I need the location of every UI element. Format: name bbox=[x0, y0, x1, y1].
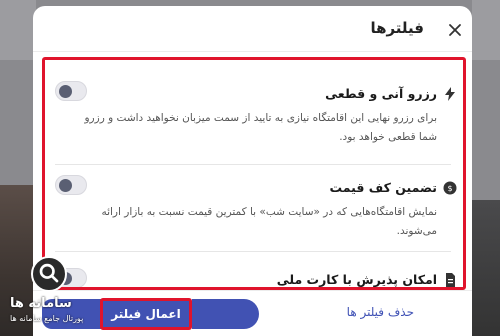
filter-description: برای رزرو نهایی این اقامتگاه نیازی به تا… bbox=[84, 112, 437, 143]
watermark-subtitle: پورتال جامع سامانه ها bbox=[10, 314, 84, 323]
magnifier-icon bbox=[31, 256, 67, 292]
filters-list: رزرو آنی و قطعی برای رزرو نهایی این اقام… bbox=[42, 57, 466, 290]
close-icon[interactable] bbox=[446, 21, 464, 39]
filter-title: تضمین کف قیمت bbox=[329, 180, 437, 195]
divider bbox=[55, 251, 451, 252]
id-card-icon bbox=[446, 273, 455, 287]
apply-button-bg-right bbox=[192, 299, 259, 329]
watermark-name: سامانه ها bbox=[10, 296, 72, 311]
price-guarantee-icon: $ bbox=[443, 181, 457, 195]
lightning-icon bbox=[445, 87, 455, 101]
clear-filters-button[interactable]: حذف فیلتر ها bbox=[347, 305, 414, 319]
filter-title: امکان پذیرش با کارت ملی bbox=[276, 272, 437, 287]
apply-filter-button[interactable]: اعمال فیلتر bbox=[103, 301, 189, 327]
divider bbox=[55, 164, 451, 165]
modal-title: فیلترها bbox=[370, 19, 424, 37]
modal-header: فیلترها bbox=[33, 6, 472, 52]
price-guarantee-toggle[interactable] bbox=[55, 175, 87, 195]
background-header-right bbox=[472, 0, 500, 60]
filter-price-guarantee: $ تضمین کف قیمت نمایش اقامتگاه‌هایی که د… bbox=[55, 175, 457, 241]
instant-booking-toggle[interactable] bbox=[55, 81, 87, 101]
toggle-knob bbox=[59, 85, 72, 98]
modal-footer: اعمال فیلتر حذف فیلتر ها bbox=[33, 290, 472, 336]
apply-button-highlight: اعمال فیلتر bbox=[100, 298, 192, 330]
watermark-logo: سامانه ها پورتال جامع سامانه ها bbox=[4, 256, 96, 328]
background-header bbox=[0, 0, 36, 60]
toggle-knob bbox=[59, 179, 72, 192]
filter-title: رزرو آنی و قطعی bbox=[325, 86, 437, 101]
filters-modal: فیلترها رزرو آنی و قطعی برای رزرو نهایی … bbox=[33, 6, 472, 336]
filter-national-id: امکان پذیرش با کارت ملی bbox=[55, 268, 455, 287]
filter-description: نمایش اقامتگاه‌هایی که در «سایت شب» با ک… bbox=[101, 206, 437, 237]
filter-instant-booking: رزرو آنی و قطعی برای رزرو نهایی این اقام… bbox=[55, 81, 455, 157]
svg-text:$: $ bbox=[447, 184, 452, 193]
